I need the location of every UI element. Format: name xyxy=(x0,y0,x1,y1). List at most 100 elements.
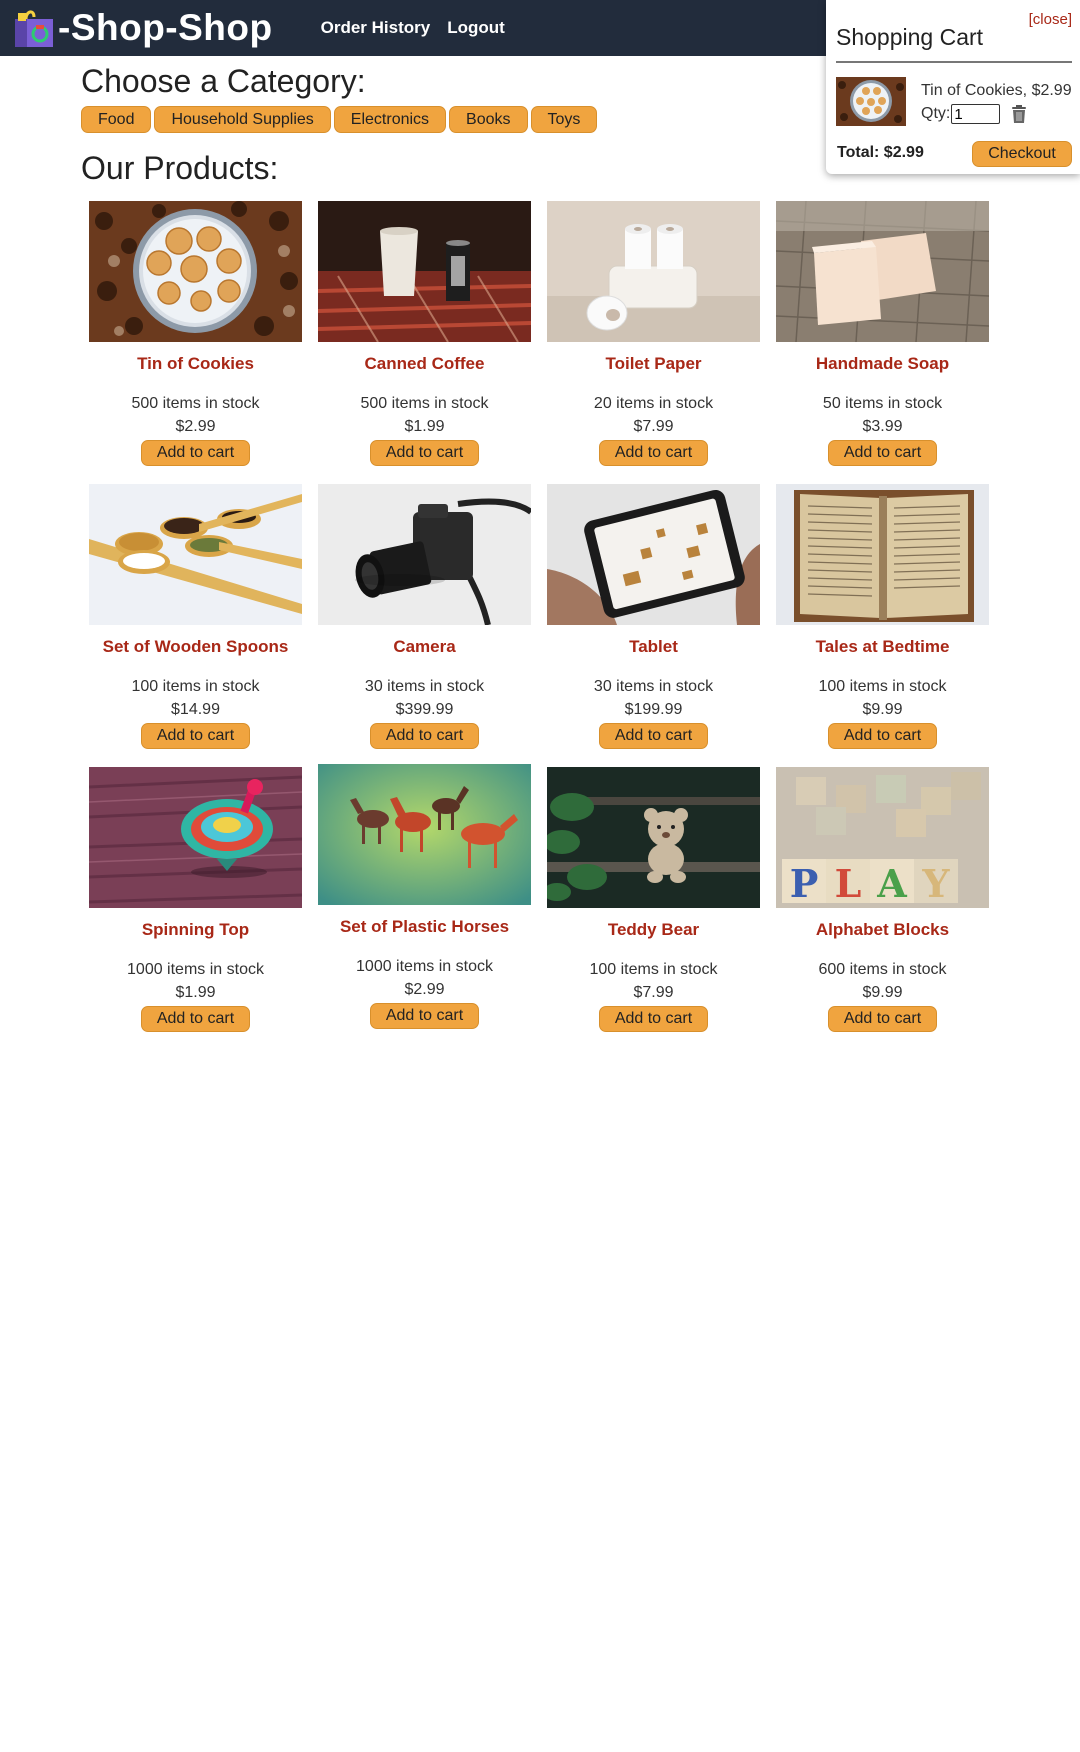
add-to-cart-button[interactable]: Add to cart xyxy=(370,440,479,466)
product-price: $1.99 xyxy=(404,418,445,435)
add-to-cart-button[interactable]: Add to cart xyxy=(828,723,937,749)
add-to-cart-button[interactable]: Add to cart xyxy=(599,440,708,466)
add-to-cart-button[interactable]: Add to cart xyxy=(141,723,250,749)
product-name[interactable]: Set of Wooden Spoons xyxy=(103,637,289,657)
add-to-cart-button[interactable]: Add to cart xyxy=(141,1006,250,1032)
product-image-open-book[interactable] xyxy=(776,484,989,625)
product-stock: 1000 items in stock xyxy=(127,961,264,978)
product-image-wooden-spoons[interactable] xyxy=(89,484,302,625)
category-household-button[interactable]: Household Supplies xyxy=(154,106,331,133)
product-card: Tales at Bedtime 100 items in stock $9.9… xyxy=(776,484,989,767)
add-to-cart-button[interactable]: Add to cart xyxy=(370,1003,479,1029)
product-image-canned-coffee[interactable] xyxy=(318,201,531,342)
product-name[interactable]: Alphabet Blocks xyxy=(816,920,949,940)
qty-input[interactable] xyxy=(951,104,1001,124)
cart-total: Total: $2.99 xyxy=(837,144,924,161)
product-image-spinning-top[interactable] xyxy=(89,767,302,908)
product-stock: 600 items in stock xyxy=(818,961,947,978)
product-card: Tin of Cookies 500 items in stock $2.99 … xyxy=(89,201,302,484)
add-to-cart-button[interactable]: Add to cart xyxy=(599,1006,708,1032)
product-stock: 1000 items in stock xyxy=(356,958,493,975)
product-name[interactable]: Spinning Top xyxy=(142,920,249,940)
product-stock: 100 items in stock xyxy=(131,678,260,695)
category-toys-button[interactable]: Toys xyxy=(530,106,598,133)
product-name[interactable]: Teddy Bear xyxy=(608,920,699,940)
product-card: Set of Plastic Horses 1000 items in stoc… xyxy=(318,764,531,1047)
category-books-button[interactable]: Books xyxy=(449,106,528,133)
product-stock: 20 items in stock xyxy=(593,395,714,412)
add-to-cart-button[interactable]: Add to cart xyxy=(141,440,250,466)
svg-text:A: A xyxy=(876,861,907,906)
nav-logout[interactable]: Logout xyxy=(447,18,505,38)
product-price: $3.99 xyxy=(862,418,903,435)
svg-text:L: L xyxy=(835,861,862,906)
product-card: P L A Y Alphabet Blocks 600 items in sto… xyxy=(776,767,989,1050)
product-stock: 30 items in stock xyxy=(593,678,714,695)
product-name[interactable]: Camera xyxy=(393,637,455,657)
cart-item-image-cookies-tin xyxy=(836,77,906,126)
category-electronics-button[interactable]: Electronics xyxy=(333,106,447,133)
product-image-toilet-paper[interactable] xyxy=(547,201,760,342)
product-image-camera[interactable] xyxy=(318,484,531,625)
product-stock: 50 items in stock xyxy=(822,395,943,412)
product-name[interactable]: Toilet Paper xyxy=(605,354,701,374)
brand-name: -Shop-Shop xyxy=(58,7,273,48)
category-list: Food Household Supplies Electronics Book… xyxy=(81,106,600,133)
qty-label: Qty: xyxy=(921,105,951,122)
shopping-bag-icon xyxy=(15,10,53,47)
product-card: Spinning Top 1000 items in stock $1.99 A… xyxy=(89,767,302,1050)
product-name[interactable]: Canned Coffee xyxy=(365,354,485,374)
product-image-teddy-bear[interactable] xyxy=(547,767,760,908)
category-food-button[interactable]: Food xyxy=(81,106,152,133)
product-stock: 30 items in stock xyxy=(364,678,485,695)
product-name[interactable]: Tin of Cookies xyxy=(137,354,254,374)
product-price: $7.99 xyxy=(633,418,674,435)
cart-close-link[interactable]: [close] xyxy=(1029,11,1072,28)
product-name[interactable]: Tablet xyxy=(629,637,678,657)
product-card: Tablet 30 items in stock $199.99 Add to … xyxy=(547,484,760,767)
product-card: Toilet Paper 20 items in stock $7.99 Add… xyxy=(547,201,760,484)
shopping-cart-panel: [close] Shopping Cart Tin of Cookies, $2… xyxy=(826,0,1080,174)
product-card: Teddy Bear 100 items in stock $7.99 Add … xyxy=(547,767,760,1050)
product-card: Set of Wooden Spoons 100 items in stock … xyxy=(89,484,302,767)
product-price: $9.99 xyxy=(862,701,903,718)
main-nav: Order History Logout xyxy=(321,18,522,38)
product-image-alphabet-blocks[interactable]: P L A Y xyxy=(776,767,989,908)
product-price: $1.99 xyxy=(175,984,216,1001)
add-to-cart-button[interactable]: Add to cart xyxy=(828,1006,937,1032)
cart-item-description: Tin of Cookies, $2.99 xyxy=(921,82,1072,99)
product-image-plastic-horses[interactable] xyxy=(318,764,531,905)
product-stock: 500 items in stock xyxy=(360,395,489,412)
nav-order-history[interactable]: Order History xyxy=(321,18,431,38)
svg-text:P: P xyxy=(790,861,819,906)
product-name[interactable]: Set of Plastic Horses xyxy=(340,917,509,937)
add-to-cart-button[interactable]: Add to cart xyxy=(370,723,479,749)
checkout-button[interactable]: Checkout xyxy=(972,141,1072,167)
cart-title: Shopping Cart xyxy=(836,24,984,50)
trash-icon[interactable] xyxy=(1010,104,1028,124)
product-grid: Tin of Cookies 500 items in stock $2.99 … xyxy=(89,201,991,1050)
product-image-tablet[interactable] xyxy=(547,484,760,625)
product-price: $399.99 xyxy=(395,701,454,718)
product-name[interactable]: Handmade Soap xyxy=(816,354,949,374)
category-heading: Choose a Category: xyxy=(81,63,366,99)
product-image-soap[interactable] xyxy=(776,201,989,342)
product-price: $2.99 xyxy=(404,981,445,998)
products-heading: Our Products: xyxy=(81,150,279,186)
svg-text:Y: Y xyxy=(921,861,950,906)
product-price: $9.99 xyxy=(862,984,903,1001)
cart-divider xyxy=(836,61,1072,63)
cart-item-qty: Qty: xyxy=(921,104,1028,124)
product-price: $14.99 xyxy=(171,701,220,718)
product-card: Camera 30 items in stock $399.99 Add to … xyxy=(318,484,531,767)
product-name[interactable]: Tales at Bedtime xyxy=(816,637,950,657)
product-stock: 100 items in stock xyxy=(818,678,947,695)
product-image-cookies-tin[interactable] xyxy=(89,201,302,342)
product-price: $2.99 xyxy=(175,418,216,435)
brand-link[interactable]: -Shop-Shop xyxy=(12,7,273,49)
product-price: $7.99 xyxy=(633,984,674,1001)
add-to-cart-button[interactable]: Add to cart xyxy=(828,440,937,466)
product-card: Canned Coffee 500 items in stock $1.99 A… xyxy=(318,201,531,484)
product-stock: 500 items in stock xyxy=(131,395,260,412)
add-to-cart-button[interactable]: Add to cart xyxy=(599,723,708,749)
